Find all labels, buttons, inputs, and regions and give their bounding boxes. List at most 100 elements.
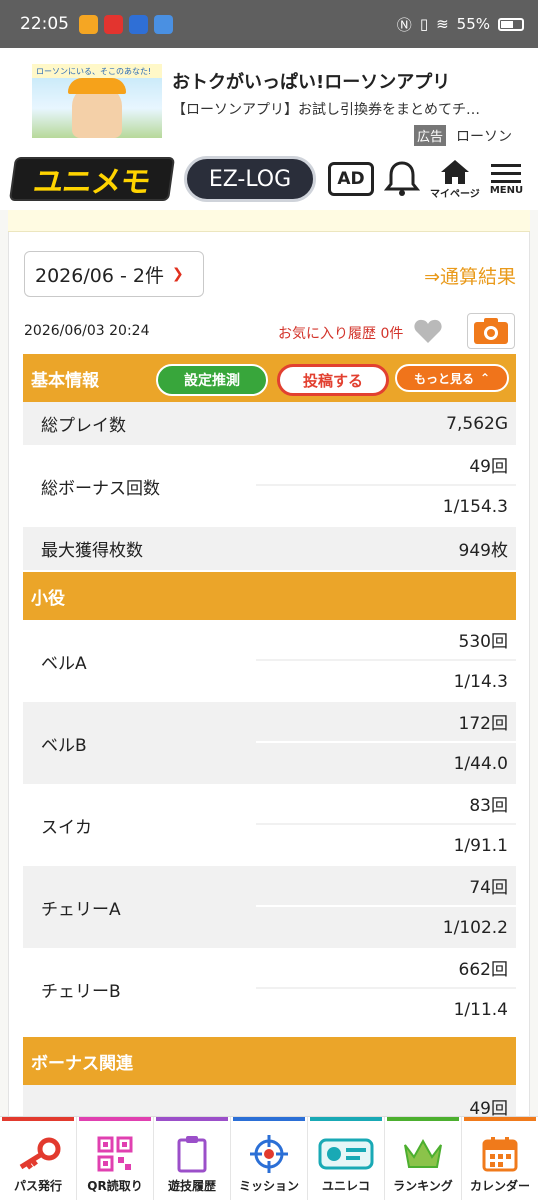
bonus-count: 49回 [469, 1098, 508, 1119]
notification-mail-icon [154, 14, 173, 34]
ad-advertiser[interactable]: ローソン [456, 126, 512, 146]
role-count: 83回 [256, 784, 516, 825]
small-roles-header: 小役 [23, 572, 516, 620]
unireco-icon [318, 1138, 374, 1170]
key-icon [19, 1137, 61, 1170]
menu-button[interactable]: MENU [490, 163, 523, 196]
role-name: ベルA [41, 653, 87, 674]
nav-label: ユニレコ [321, 1179, 370, 1193]
notification-video-icon [129, 14, 148, 34]
nav-ranking[interactable]: ランキング [385, 1117, 462, 1200]
role-rate: 1/14.3 [453, 671, 508, 692]
qr-code-icon [97, 1136, 133, 1172]
calendar-icon [482, 1137, 518, 1172]
role-count: 172回 [256, 702, 516, 743]
bell-icon [384, 161, 420, 196]
table-row: 最大獲得枚数 949枚 [23, 527, 516, 570]
nav-pass-issue[interactable]: パス発行 [0, 1117, 77, 1200]
table-row: チェリーA 74回 1/102.2 [23, 866, 516, 948]
ad-description[interactable]: 【ローソンアプリ】お試し引換券をまとめてチ… [172, 99, 512, 119]
mypage-label: マイページ [430, 188, 480, 200]
nav-unireco[interactable]: ユニレコ [308, 1117, 385, 1200]
menu-label: MENU [489, 184, 524, 196]
basic-info-header: 基本情報 設定推測 投稿する もっと見る ⌃ [23, 354, 516, 402]
role-name: チェリーB [41, 981, 121, 1002]
role-rate: 1/91.1 [453, 835, 508, 856]
ad-banner[interactable]: ローソンにいる、そこのあなた! おトクがいっぱい!ローソンアプリ 【ローソンアプ… [0, 48, 538, 148]
nav-label: ランキング [393, 1179, 453, 1193]
camera-button[interactable] [467, 313, 515, 349]
nfc-icon: Ⓝ [396, 15, 412, 34]
nav-qr-scan[interactable]: QR読取り [77, 1117, 154, 1200]
role-count: 74回 [256, 866, 516, 907]
table-row: スイカ 83回 1/91.1 [23, 784, 516, 866]
table-row: 総プレイ数 7,562G [23, 402, 516, 445]
clipboard-icon [177, 1136, 207, 1173]
show-more-button[interactable]: もっと見る ⌃ [395, 364, 509, 392]
hamburger-icon [491, 163, 522, 183]
bonus-section-header: ボーナス関連 [23, 1037, 516, 1085]
target-icon [250, 1135, 288, 1173]
vibrate-icon: ▯ [419, 15, 429, 33]
month-selector-value: 2026/06 - 2件 [35, 264, 164, 287]
post-button[interactable]: 投稿する [277, 364, 389, 396]
basic-info-label: 基本情報 [31, 370, 99, 391]
basic-info-table: 総プレイ数 7,562G 総ボーナス回数 49回 1/154.3 最大獲得枚数 … [23, 402, 516, 570]
bottom-navigation: パス発行 QR読取り 遊技履歴 ミッション ユニレコ ランキング カレンダー [0, 1116, 538, 1200]
role-name: スイカ [41, 817, 92, 838]
max-payout-label: 最大獲得枚数 [41, 541, 143, 561]
chevron-down-icon: ❯ [171, 266, 184, 282]
nav-calendar[interactable]: カレンダー [462, 1117, 538, 1200]
ad-button[interactable]: AD [328, 162, 374, 196]
ezlog-button[interactable]: EZ-LOG [184, 156, 316, 202]
notification-bell-button[interactable] [384, 159, 420, 199]
nav-play-history[interactable]: 遊技履歴 [154, 1117, 231, 1200]
role-rate: 1/11.4 [453, 999, 508, 1020]
record-datetime: 2026/06/03 20:24 [24, 323, 150, 339]
notice-strip [8, 210, 530, 232]
small-roles-table: ベルA 530回 1/14.3 ベルB 172回 1/44.0 スイカ 83回 1/9… [23, 620, 516, 1030]
show-more-label: もっと見る [413, 371, 474, 386]
ad-image[interactable]: ローソンにいる、そこのあなた! [32, 64, 162, 138]
heart-icon[interactable] [414, 318, 442, 348]
app-header: ユニメモ EZ-LOG AD マイページ MENU [0, 148, 538, 210]
table-row: 総ボーナス回数 49回 1/154.3 [23, 445, 516, 527]
table-row: チェリーB 662回 1/11.4 [23, 948, 516, 1030]
notification-app-icon [104, 14, 123, 34]
month-selector[interactable]: 2026/06 - 2件 ❯ [24, 251, 204, 297]
ad-character-hat [68, 78, 126, 94]
setting-estimate-button[interactable]: 設定推測 [156, 364, 268, 396]
total-bonus-label: 総ボーナス回数 [41, 478, 160, 499]
role-name: チェリーA [41, 899, 121, 920]
max-payout-value: 949枚 [458, 541, 508, 561]
home-icon [440, 159, 469, 184]
nav-accent-bar [2, 1117, 74, 1121]
logo-text: ユニメモ [31, 165, 152, 200]
total-bonus-rate: 1/154.3 [442, 496, 508, 517]
wifi-icon: ≋ [436, 15, 449, 33]
unimemo-logo[interactable]: ユニメモ [8, 157, 176, 201]
role-rate: 1/102.2 [442, 917, 508, 938]
table-row: ベルA 530回 1/14.3 [23, 620, 516, 702]
total-results-link[interactable]: ⇒通算結果 [424, 262, 516, 289]
nav-mission[interactable]: ミッション [231, 1117, 308, 1200]
nav-label: 遊技履歴 [167, 1179, 216, 1193]
status-bar: 22:05 Ⓝ ▯ ≋ 55% [0, 0, 538, 48]
role-count: 662回 [256, 948, 516, 989]
total-play-value: 7,562G [446, 413, 508, 434]
battery-percent: 55% [456, 15, 490, 33]
crown-icon [404, 1138, 442, 1168]
camera-icon [474, 318, 508, 344]
ad-image-text: ローソンにいる、そこのあなた! [32, 64, 162, 78]
nav-accent-bar [310, 1117, 382, 1121]
nav-accent-bar [79, 1117, 151, 1121]
nav-accent-bar [233, 1117, 305, 1121]
favorite-history[interactable]: お気に入り履歴 0件 [278, 323, 403, 343]
role-count: 530回 [256, 620, 516, 661]
role-rate: 1/44.0 [453, 753, 508, 774]
mypage-button[interactable]: マイページ [430, 159, 480, 200]
status-time: 22:05 [20, 14, 69, 34]
role-name: ベルB [41, 735, 87, 756]
ad-title[interactable]: おトクがいっぱい!ローソンアプリ [172, 68, 512, 94]
nav-label: パス発行 [13, 1179, 62, 1193]
